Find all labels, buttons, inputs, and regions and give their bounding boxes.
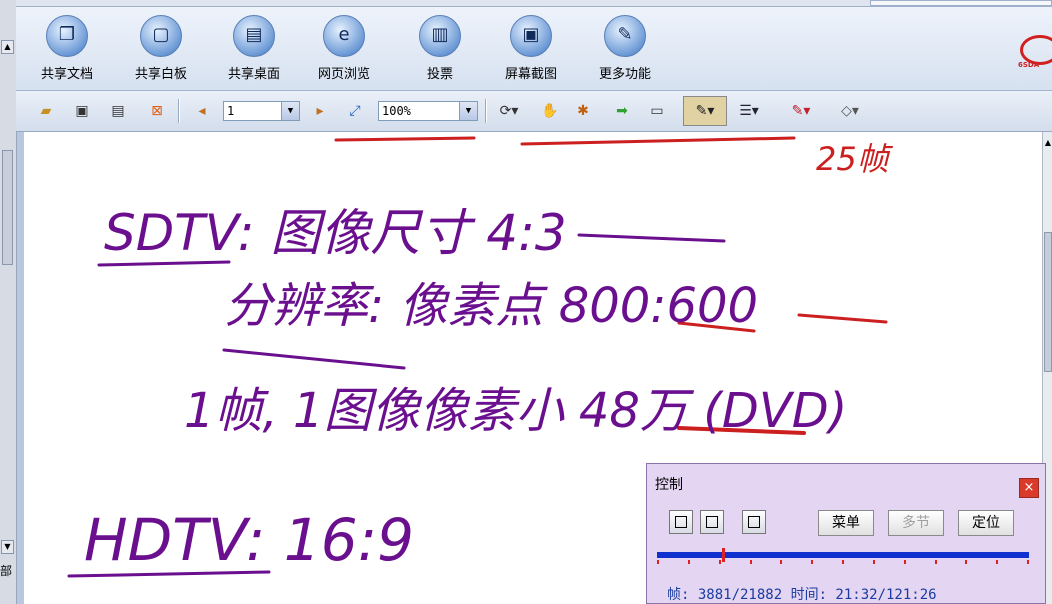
shared-whiteboard-button[interactable]: ▢ 共享白板 <box>124 15 198 89</box>
pause-icon <box>675 516 687 528</box>
pause-button[interactable] <box>669 510 693 534</box>
progress-tick <box>996 560 998 564</box>
progress-tick <box>904 560 906 564</box>
print-icon[interactable]: ▤ <box>108 101 128 121</box>
step-button[interactable] <box>742 510 766 534</box>
menu-button[interactable]: 菜单 <box>818 510 874 536</box>
window-top-edge <box>16 0 1052 7</box>
handwriting-resolution: 分辨率: 像素点 800:600 <box>224 278 758 334</box>
main-toolbar: ❐ 共享文档 ▢ 共享白板 ▤ 共享桌面 e 网页浏览 ▥ 投票 ▣ 屏幕截图 … <box>16 7 1052 91</box>
shared-document-button[interactable]: ❐ 共享文档 <box>30 15 104 89</box>
toolbar-separator <box>178 99 180 123</box>
arrow-icon[interactable]: ➡ <box>612 101 632 121</box>
button-label: 共享文档 <box>40 67 93 82</box>
scroll-down-icon[interactable]: ▼ <box>1 540 14 554</box>
progress-tick <box>750 560 752 564</box>
progress-tick <box>873 560 875 564</box>
pen-icon[interactable]: ✎▾ <box>688 101 722 121</box>
underline-stroke <box>97 260 231 267</box>
whiteboard-icon: ▢ <box>140 15 182 57</box>
brand-logo: 6SDA <box>1016 31 1052 75</box>
step-forward-icon <box>748 516 760 528</box>
button-label: 共享白板 <box>134 67 187 82</box>
tools-icon: ✎ <box>604 15 646 57</box>
locate-button[interactable]: 定位 <box>958 510 1014 536</box>
progress-ticks <box>657 560 1029 564</box>
color-icon[interactable]: ✎▾ <box>784 101 818 121</box>
handwriting-25-frames: 25帧 <box>816 140 894 178</box>
playback-status: 帧: 3881/21882 时间: 21:32/121:26 <box>667 587 937 603</box>
underline-stroke <box>577 233 726 243</box>
document-toolbar: ▰ ▣ ▤ ⊠ ◂ 1 ▼ ▸ ⤢ 100% ▼ ⟳▾ ✋ ✱ ➡ ▭ ✎▾ ☰▾ … <box>16 91 1052 132</box>
vote-button[interactable]: ▥ 投票 <box>403 15 477 89</box>
progress-tick <box>657 560 659 564</box>
scroll-up-icon[interactable]: ▲ <box>1043 136 1052 150</box>
handwriting-frame-pixels: 1帧, 1图像像素小 48万 (DVD) <box>184 383 847 439</box>
progress-tick <box>935 560 937 564</box>
web-browse-button[interactable]: e 网页浏览 <box>307 15 381 89</box>
prev-page-icon[interactable]: ◂ <box>192 101 212 121</box>
playback-control-panel: 控制 × 菜单 多节 定位 帧: 3881/21882 时间: 21:32/12… <box>646 463 1046 604</box>
laser-pointer-icon[interactable]: ✱ <box>573 101 593 121</box>
chevron-down-icon[interactable]: ▼ <box>281 102 299 120</box>
top-right-field <box>870 0 1052 6</box>
zoom-select[interactable]: 100% ▼ <box>378 101 478 121</box>
shared-desktop-button[interactable]: ▤ 共享桌面 <box>217 15 291 89</box>
desktop-share-icon: ▤ <box>233 15 275 57</box>
underline-stroke <box>222 348 406 370</box>
more-features-button[interactable]: ✎ 更多功能 <box>588 15 662 89</box>
stop-icon <box>706 516 718 528</box>
button-label: 更多功能 <box>598 67 651 82</box>
chevron-down-icon[interactable]: ▼ <box>459 102 477 120</box>
save-icon[interactable]: ▣ <box>72 101 92 121</box>
toolbar-separator <box>485 99 487 123</box>
progress-tick <box>719 560 721 564</box>
progress-tick <box>1027 560 1029 564</box>
playback-progress-bar[interactable] <box>657 552 1029 558</box>
fit-page-icon[interactable]: ⤢ <box>345 101 365 121</box>
screenshot-icon: ▣ <box>510 15 552 57</box>
close-doc-icon[interactable]: ⊠ <box>147 101 167 121</box>
handwriting-hdtv: HDTV: 16:9 <box>84 506 414 574</box>
close-icon[interactable]: × <box>1019 478 1039 498</box>
sections-button[interactable]: 多节 <box>888 510 944 536</box>
button-label: 网页浏览 <box>317 67 370 82</box>
rotate-icon[interactable]: ⟳▾ <box>492 101 526 121</box>
red-underline-stroke <box>520 136 796 146</box>
next-page-icon[interactable]: ▸ <box>310 101 330 121</box>
hand-icon[interactable]: ✋ <box>540 101 560 121</box>
document-icon: ❐ <box>46 15 88 57</box>
button-label: 屏幕截图 <box>504 67 557 82</box>
scroll-thumb[interactable] <box>2 150 13 265</box>
button-label: 共享桌面 <box>227 67 280 82</box>
vote-chart-icon: ▥ <box>419 15 461 57</box>
red-underline-stroke <box>797 313 888 324</box>
progress-tick <box>811 560 813 564</box>
scroll-up-icon[interactable]: ▲ <box>1 40 14 54</box>
text-tool-icon[interactable]: ▭ <box>647 101 667 121</box>
eraser-icon[interactable]: ◇▾ <box>833 101 867 121</box>
progress-tick <box>842 560 844 564</box>
handwriting-sdtv: SDTV: 图像尺寸 4:3 <box>104 204 567 262</box>
screenshot-button[interactable]: ▣ 屏幕截图 <box>494 15 568 89</box>
progress-tick <box>965 560 967 564</box>
page-number-select[interactable]: 1 ▼ <box>223 101 300 121</box>
progress-tick <box>688 560 690 564</box>
panel-title: 控制 <box>655 477 683 493</box>
left-panel-label: 部 <box>0 564 13 578</box>
line-width-icon[interactable]: ☰▾ <box>732 101 766 121</box>
red-underline-stroke <box>334 136 476 142</box>
progress-tick <box>780 560 782 564</box>
button-label: 投票 <box>426 67 453 82</box>
open-folder-icon[interactable]: ▰ <box>36 101 56 121</box>
scroll-thumb[interactable] <box>1044 232 1052 372</box>
stop-button[interactable] <box>700 510 724 534</box>
left-panel-scrollbar[interactable]: ▲ ▼ 部 <box>0 0 17 604</box>
browser-icon: e <box>323 15 365 57</box>
